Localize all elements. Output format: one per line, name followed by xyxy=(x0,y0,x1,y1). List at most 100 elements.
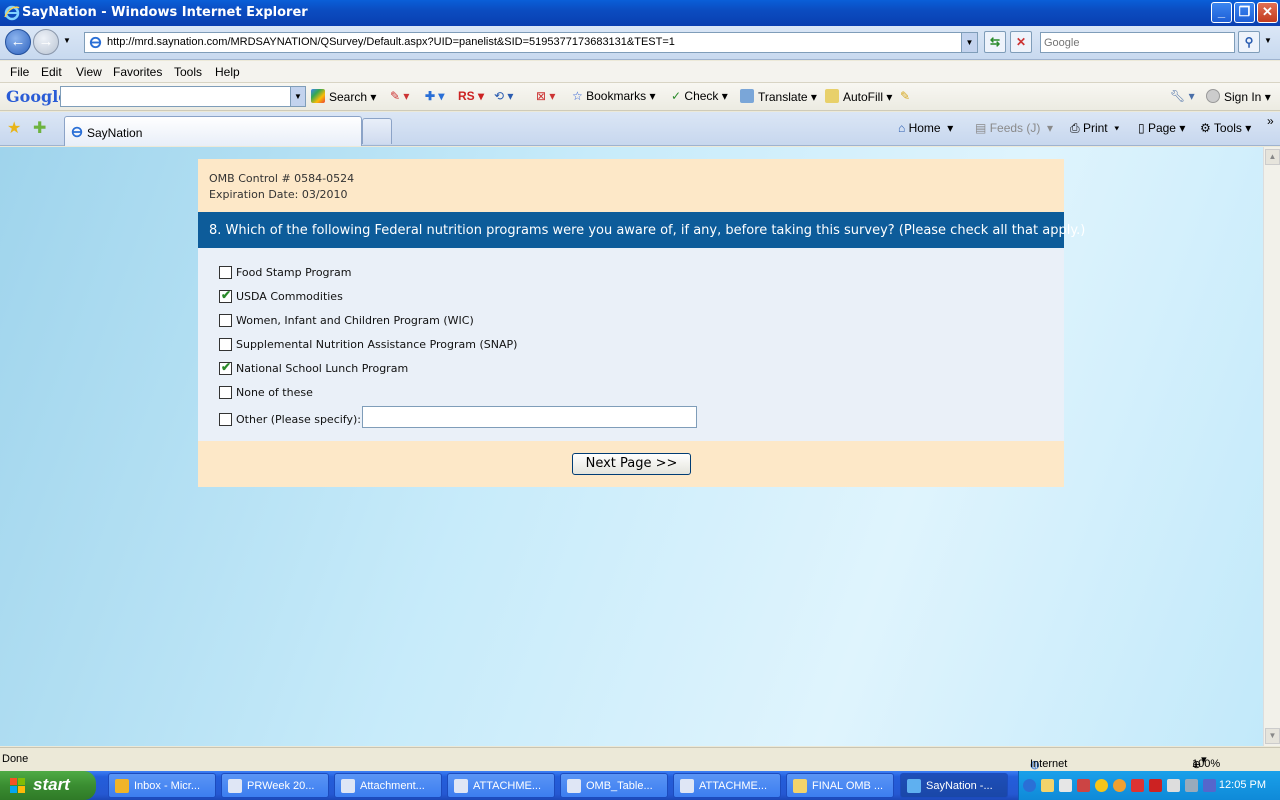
close-window-button[interactable]: ✕ xyxy=(1257,2,1278,23)
add-favorites-icon[interactable]: ✚ xyxy=(33,118,46,138)
taskbar-item-saynation[interactable]: SayNation -... xyxy=(900,773,1008,798)
forward-button[interactable]: → xyxy=(33,29,59,55)
other-specify-input[interactable] xyxy=(362,406,697,428)
menu-favorites[interactable]: Favorites xyxy=(113,65,162,79)
home-button[interactable]: ⌂ Home ▾ xyxy=(898,121,953,135)
google-search-field[interactable]: ▼ xyxy=(60,86,306,107)
checkbox[interactable] xyxy=(219,338,232,351)
tray-icon-1[interactable] xyxy=(1041,779,1054,792)
spell-check-button[interactable]: ✓ Check ▾ xyxy=(671,89,728,103)
taskbar-item-attachme-1[interactable]: ATTACHME... xyxy=(447,773,555,798)
word-icon xyxy=(454,779,468,793)
tray-icon-3[interactable] xyxy=(1077,779,1090,792)
address-dropdown-icon[interactable]: ▼ xyxy=(961,33,977,52)
translate-button[interactable]: Translate ▾ xyxy=(740,89,817,104)
next-page-button[interactable]: Next Page >> xyxy=(572,453,691,475)
menu-tools[interactable]: Tools xyxy=(174,65,202,79)
rs-button[interactable]: RS ▾ xyxy=(458,89,484,103)
zoom-level[interactable]: ⊕ 100% ▾ xyxy=(1192,753,1220,771)
taskbar-item-omb-table[interactable]: OMB_Table... xyxy=(560,773,668,798)
checkbox[interactable] xyxy=(219,288,232,303)
checkbox[interactable] xyxy=(219,386,232,399)
taskbar-item-prweek[interactable]: PRWeek 20... xyxy=(221,773,329,798)
taskbar-item-attachme-2[interactable]: ATTACHME... xyxy=(673,773,781,798)
taskbar-item-final-omb[interactable]: FINAL OMB ... xyxy=(786,773,894,798)
stop-button[interactable]: ✕ xyxy=(1010,31,1032,53)
menu-edit[interactable]: Edit xyxy=(41,65,62,79)
chevron-more-icon[interactable]: » xyxy=(1267,114,1274,128)
search-options-icon[interactable]: ▼ xyxy=(1264,36,1272,45)
checkbox[interactable] xyxy=(219,413,232,426)
back-button[interactable]: ← xyxy=(5,29,31,55)
word-icon xyxy=(567,779,581,793)
google-toolbar: Google ▼ Search ▾ ✎ ▾ ✚ ▾ RS ▾ ⟲ ▾ ⊠ ▾ ☆… xyxy=(0,83,1280,111)
tray-icon-4[interactable] xyxy=(1095,779,1108,792)
maximize-button[interactable]: ❐ xyxy=(1234,2,1255,23)
tray-icon-10[interactable] xyxy=(1203,779,1216,792)
menu-file[interactable]: File xyxy=(10,65,29,79)
live-search-box[interactable] xyxy=(1040,32,1235,53)
bookmarks-button[interactable]: ☆ Bookmarks ▾ xyxy=(572,89,656,103)
option-label: National School Lunch Program xyxy=(236,362,409,375)
live-search-input[interactable] xyxy=(1041,33,1234,52)
system-tray: 12:05 PM xyxy=(1018,771,1280,800)
tray-icon-7[interactable] xyxy=(1149,779,1162,792)
page-menu-button[interactable]: ▯ Page ▾ xyxy=(1138,121,1185,135)
print-button[interactable]: ⎙ Print ▾ xyxy=(1070,121,1119,136)
refresh-button[interactable]: ⇆ xyxy=(984,31,1006,53)
sign-in-button[interactable]: Sign In ▾ xyxy=(1206,89,1271,104)
menu-view[interactable]: View xyxy=(76,65,102,79)
tray-icon-9[interactable] xyxy=(1185,779,1198,792)
google-g-icon xyxy=(311,89,325,103)
tab-label: SayNation xyxy=(87,126,143,140)
menu-help[interactable]: Help xyxy=(215,65,240,79)
omb-info: OMB Control # 0584-0524 Expiration Date:… xyxy=(209,171,354,203)
share-icon[interactable]: ⟲ ▾ xyxy=(494,89,513,103)
tray-icon-5[interactable] xyxy=(1113,779,1126,792)
status-bar: Done ◍ Internet ⊕ 100% ▾ xyxy=(0,747,1280,771)
settings-wrench-icon[interactable]: 🔧︎ ▾ xyxy=(1170,89,1195,103)
taskbar: start Inbox - Micr... PRWeek 20... Attac… xyxy=(0,771,1280,800)
start-button[interactable]: start xyxy=(0,771,96,800)
google-search-dropdown-icon[interactable]: ▼ xyxy=(290,87,305,106)
tray-icon-2[interactable] xyxy=(1059,779,1072,792)
options-list: Food Stamp Program USDA Commodities Wome… xyxy=(198,248,1064,441)
minimize-button[interactable]: _ xyxy=(1211,2,1232,23)
pagerank-icon[interactable]: ✎ ▾ xyxy=(390,89,409,103)
question-bar: 8. Which of the following Federal nutrit… xyxy=(198,212,1085,248)
highlighter-icon[interactable]: ✎ xyxy=(900,89,910,103)
checkbox[interactable] xyxy=(219,360,232,375)
history-dropdown-icon[interactable]: ▼ xyxy=(63,36,71,45)
search-go-button[interactable]: ⚲ xyxy=(1238,31,1260,53)
google-search-button[interactable]: Search ▾ xyxy=(311,89,376,104)
status-text: Done xyxy=(2,753,29,765)
title-bar: SayNation - Windows Internet Explorer _ … xyxy=(0,0,1280,26)
taskbar-item-attachment[interactable]: Attachment... xyxy=(334,773,442,798)
folder-icon xyxy=(793,779,807,793)
address-bar[interactable]: http://mrd.saynation.com/MRDSAYNATION/QS… xyxy=(84,32,978,53)
scroll-up-icon[interactable]: ▲ xyxy=(1265,149,1280,165)
word-icon xyxy=(228,779,242,793)
favorites-star-icon[interactable]: ★ xyxy=(7,118,21,138)
tray-icon-6[interactable] xyxy=(1131,779,1144,792)
new-tab-button[interactable] xyxy=(362,118,392,144)
menu-bar: File Edit View Favorites Tools Help xyxy=(0,61,1280,83)
option-label: Supplemental Nutrition Assistance Progra… xyxy=(236,338,518,351)
autofill-icon xyxy=(825,89,839,103)
taskbar-item-inbox[interactable]: Inbox - Micr... xyxy=(108,773,216,798)
start-label: start xyxy=(33,775,70,794)
tray-icon-8[interactable] xyxy=(1167,779,1180,792)
checkbox[interactable] xyxy=(219,314,232,327)
feeds-button[interactable]: ▤ Feeds (J) ▾ xyxy=(975,121,1053,135)
autofill-button[interactable]: AutoFill ▾ xyxy=(825,89,892,104)
spell-check-icon: ✓ xyxy=(671,89,682,103)
scroll-down-icon[interactable]: ▼ xyxy=(1265,728,1280,744)
checkbox[interactable] xyxy=(219,266,232,279)
tray-expand-icon[interactable] xyxy=(1023,779,1036,792)
popup-blocker-icon[interactable]: ⊠ ▾ xyxy=(536,89,555,103)
add-button-icon[interactable]: ✚ ▾ xyxy=(425,89,444,103)
ie-page-icon xyxy=(89,36,102,49)
vertical-scrollbar[interactable]: ▲ ▼ xyxy=(1263,147,1280,746)
tab-saynation[interactable]: SayNation xyxy=(64,116,362,146)
tools-menu-button[interactable]: ⚙ Tools ▾ xyxy=(1200,121,1251,135)
